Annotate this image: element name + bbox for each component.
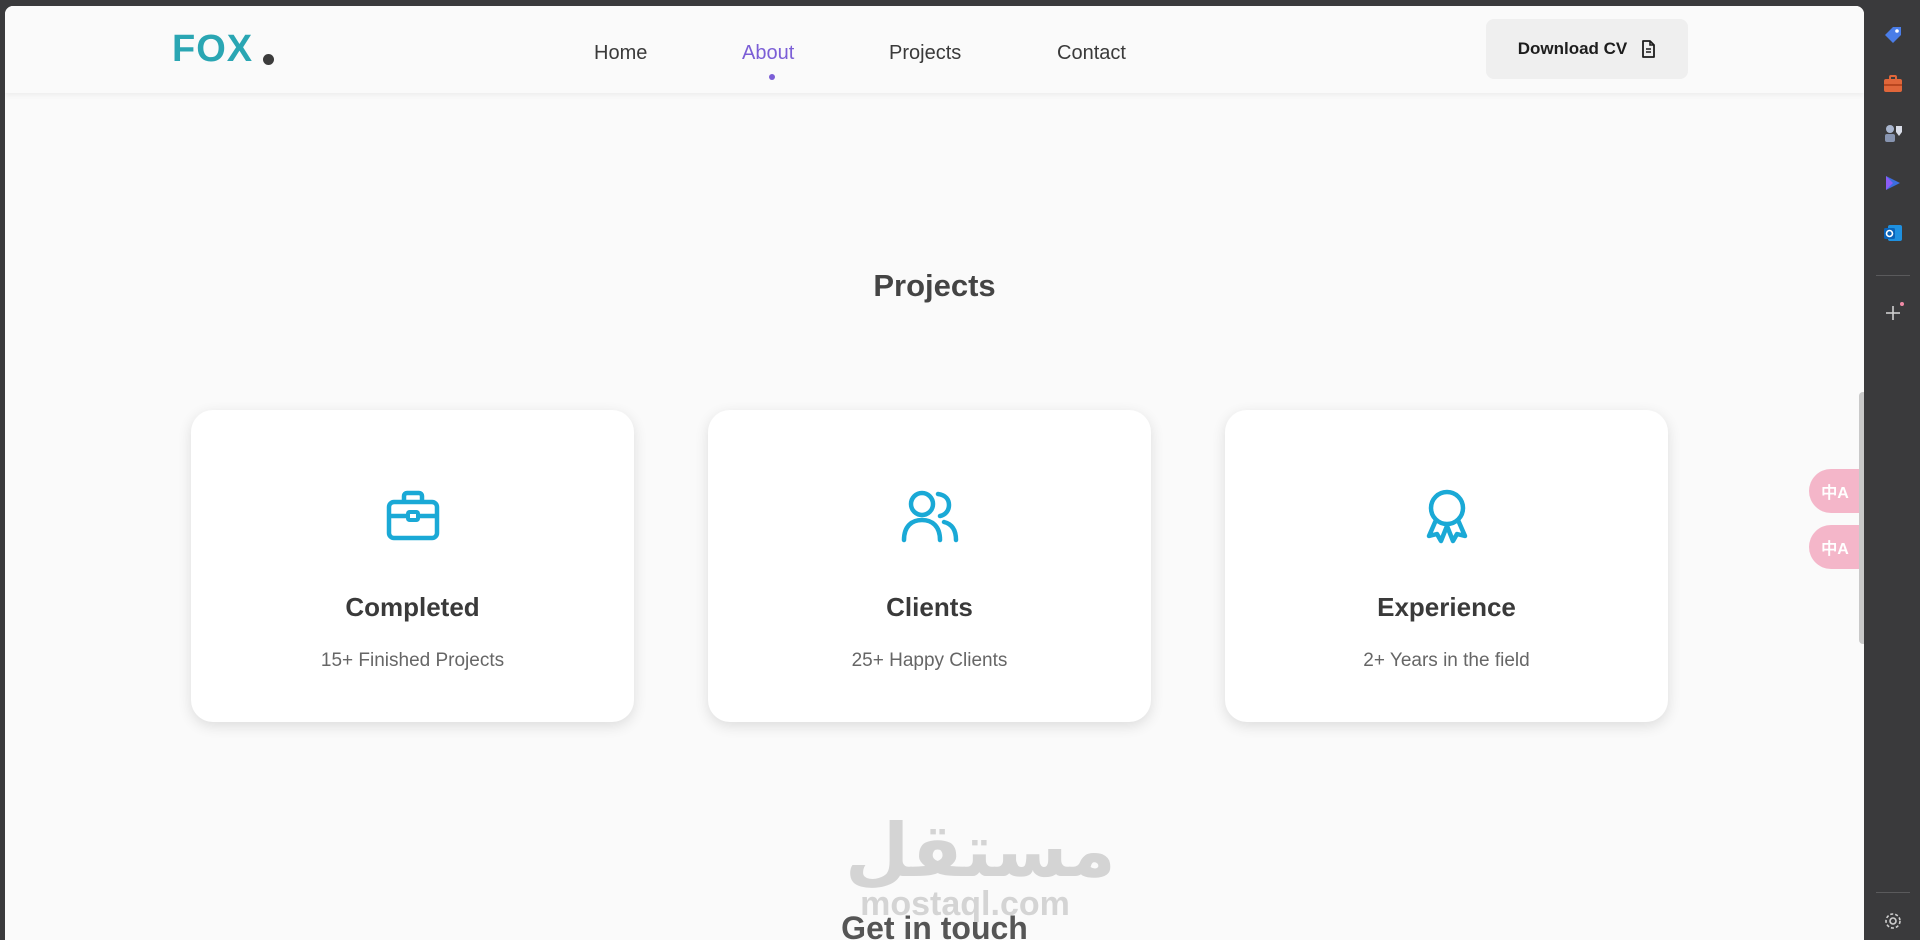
add-icon[interactable] xyxy=(1882,302,1904,324)
site-header: FOX Home About Projects Contact Download… xyxy=(5,6,1864,93)
nav-projects[interactable]: Projects xyxy=(889,42,961,65)
nav-about[interactable]: About xyxy=(742,42,794,65)
contact-section-title: Get in touch xyxy=(841,910,1028,940)
translate-button[interactable]: 中A xyxy=(1809,469,1861,513)
translate-icon: 中A xyxy=(1821,485,1849,502)
card-title: Clients xyxy=(886,592,973,622)
section-title: Projects xyxy=(873,268,996,303)
card-title: Completed xyxy=(345,592,480,622)
nav-home[interactable]: Home xyxy=(594,42,647,65)
stat-card-experience: Experience 2+ Years in the field xyxy=(1225,410,1668,722)
award-icon xyxy=(1426,489,1467,544)
users-icon xyxy=(901,490,958,543)
download-cv-button[interactable]: Download CV xyxy=(1486,19,1688,79)
settings-icon[interactable] xyxy=(1882,910,1904,932)
card-subtitle: 15+ Finished Projects xyxy=(320,650,505,671)
nav-contact[interactable]: Contact xyxy=(1057,42,1126,65)
briefcase-icon[interactable] xyxy=(1882,73,1904,95)
outlook-icon[interactable] xyxy=(1882,222,1904,244)
watermark-arabic: مستقل xyxy=(845,809,1118,892)
sidebar-divider xyxy=(1876,892,1910,893)
sidebar-divider xyxy=(1876,275,1910,276)
briefcase-icon xyxy=(386,490,439,541)
download-cv-label: Download CV xyxy=(1517,39,1628,58)
page-scrollbar[interactable] xyxy=(1858,86,1864,940)
browser-viewport: FOX Home About Projects Contact Download… xyxy=(5,6,1864,940)
card-title: Experience xyxy=(1377,592,1516,622)
scrollbar-thumb[interactable] xyxy=(1859,392,1864,644)
card-subtitle: 2+ Years in the field xyxy=(1363,650,1530,671)
translate-button-secondary[interactable]: 中A xyxy=(1809,525,1861,569)
document-icon xyxy=(1642,40,1656,58)
stat-card-clients: Clients 25+ Happy Clients xyxy=(708,410,1151,722)
translate-icon: 中A xyxy=(1821,541,1849,558)
games-icon[interactable] xyxy=(1882,122,1904,144)
nav-active-indicator xyxy=(769,74,775,80)
card-subtitle: 25+ Happy Clients xyxy=(851,650,1008,671)
copilot-icon[interactable] xyxy=(1882,172,1904,194)
edge-sidebar xyxy=(1866,0,1920,940)
stat-card-completed: Completed 15+ Finished Projects xyxy=(191,410,634,722)
tag-icon[interactable] xyxy=(1882,24,1904,46)
